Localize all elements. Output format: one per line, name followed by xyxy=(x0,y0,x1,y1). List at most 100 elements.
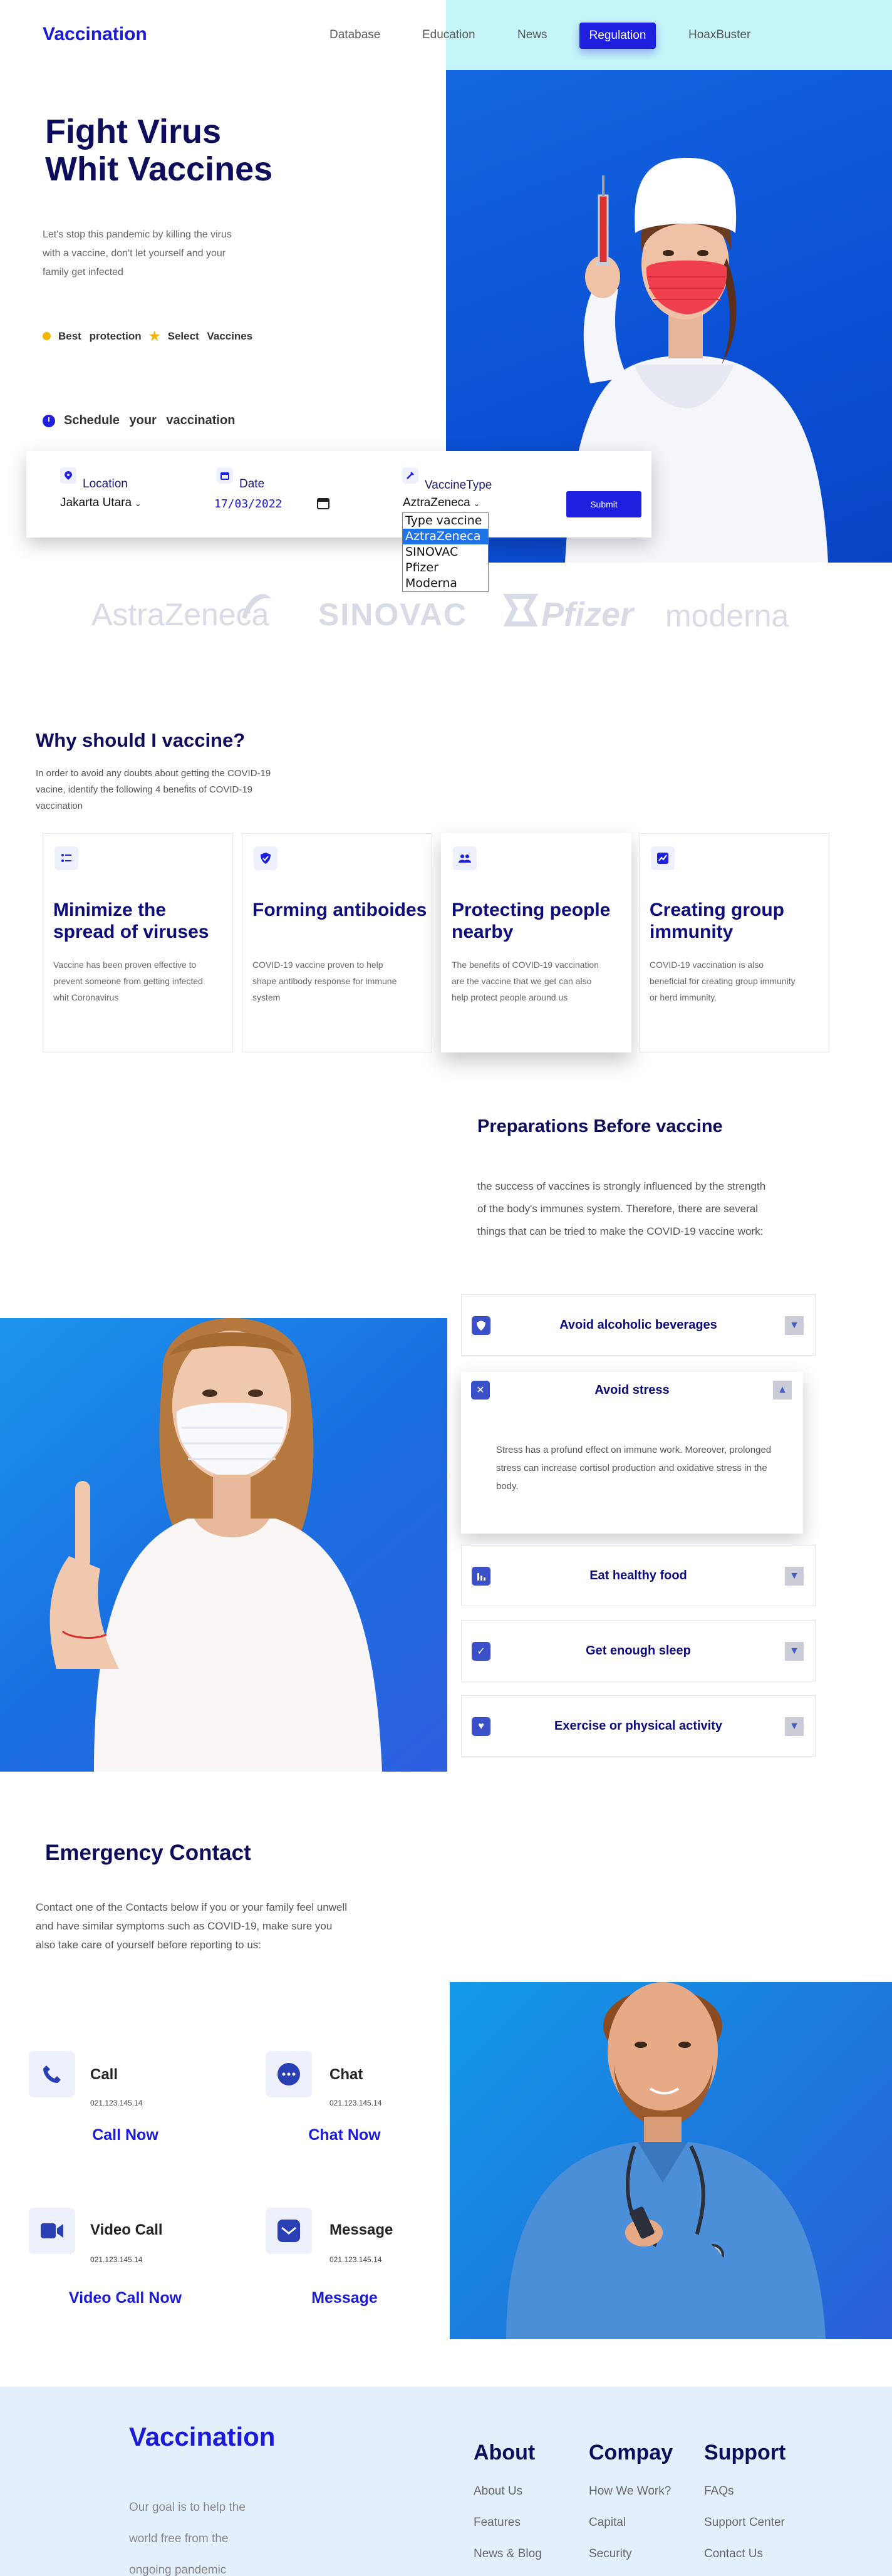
hero-bullets: Best protection ★ Select Vaccines xyxy=(43,328,252,344)
chevron-down-icon[interactable]: ▼ xyxy=(785,1642,804,1661)
nav-regulation[interactable]: Regulation xyxy=(579,23,656,49)
accordion-item[interactable]: Avoid alcoholic beverages ▼ xyxy=(461,1294,816,1356)
phone-icon[interactable] xyxy=(29,2051,75,2097)
calendar-icon xyxy=(217,467,233,484)
chevron-up-icon[interactable]: ▲ xyxy=(773,1381,792,1400)
card-text: COVID-19 vaccination is also beneficial … xyxy=(650,960,796,1002)
nav-database[interactable]: Database xyxy=(329,28,380,42)
nav-news[interactable]: News xyxy=(517,28,547,42)
location-pin-icon xyxy=(60,467,76,484)
star-icon: ★ xyxy=(148,330,160,343)
chevron-down-icon[interactable]: ▼ xyxy=(785,1316,804,1335)
card-title: Minimize the spread of viruses xyxy=(53,900,209,942)
bullet-best-protection: Best protection xyxy=(58,330,142,342)
accordion-title: Avoid alcoholic beverages xyxy=(559,1318,717,1332)
vaccine-type-label: VaccineType xyxy=(425,479,492,492)
heart-icon: ♥ xyxy=(472,1717,490,1736)
bar-chart-icon xyxy=(472,1567,490,1586)
contact-title: Call xyxy=(90,2066,118,2083)
accordion-title: Get enough sleep xyxy=(586,1644,691,1658)
sinovac-logo: SINOVAC xyxy=(318,597,468,632)
accordion-item[interactable]: ♥ Exercise or physical activity ▼ xyxy=(461,1695,816,1757)
footer-description: Our goal is to help the world free from … xyxy=(129,2501,246,2576)
syringe-icon xyxy=(402,467,418,484)
calendar-picker-icon[interactable] xyxy=(317,497,329,512)
footer-link-support-center[interactable]: Support Center xyxy=(704,2516,785,2530)
accordion-item-expanded[interactable]: ✕ Avoid stress ▲ Stress has a profund ef… xyxy=(461,1372,803,1534)
date-label: Date xyxy=(239,477,265,491)
why-title: Why should I vaccine? xyxy=(36,729,246,751)
pfizer-swirl-icon xyxy=(502,594,539,626)
footer-support-heading: Support xyxy=(704,2441,786,2464)
footer-link-security[interactable]: Security xyxy=(589,2547,632,2561)
footer-company-heading: Compay xyxy=(589,2441,673,2464)
vaccine-type-dropdown: Type vaccine AztraZeneca SINOVAC Pfizer … xyxy=(402,512,489,592)
woman-mask-photo xyxy=(0,1317,447,1772)
footer-link-about-us[interactable]: About Us xyxy=(474,2485,522,2498)
accordion-title: Avoid stress xyxy=(594,1383,670,1397)
check-icon: ✓ xyxy=(472,1642,490,1661)
nav-education[interactable]: Education xyxy=(422,28,475,42)
option-pfizer[interactable]: Pfizer xyxy=(403,560,488,576)
chevron-down-icon[interactable]: ▼ xyxy=(785,1717,804,1736)
contact-title: Message xyxy=(329,2221,393,2238)
card-title: Creating group immunity xyxy=(650,900,784,942)
footer-link-features[interactable]: Features xyxy=(474,2516,521,2530)
schedule-heading: Schedule your vaccination xyxy=(43,413,235,428)
footer-link-faqs[interactable]: FAQs xyxy=(704,2485,734,2498)
footer-link-news-blog[interactable]: News & Blog xyxy=(474,2547,542,2561)
why-description: In order to avoid any doubts about getti… xyxy=(36,768,271,811)
video-call-now-link[interactable]: Video Call Now xyxy=(56,2289,194,2307)
option-type-vaccine[interactable]: Type vaccine xyxy=(403,513,488,529)
chevron-down-icon: ⌄ xyxy=(474,499,480,508)
card-text: Vaccine has been proven effective to pre… xyxy=(53,960,203,1002)
schedule-form xyxy=(26,451,651,538)
hero-description: Let's stop this pandemic by killing the … xyxy=(43,229,232,278)
footer-link-how-we-work[interactable]: How We Work? xyxy=(589,2485,671,2498)
contact-title: Video Call xyxy=(90,2221,163,2238)
chat-now-link[interactable]: Chat Now xyxy=(294,2126,395,2144)
emergency-title: Emergency Contact xyxy=(45,1841,251,1865)
footer-brand[interactable]: Vaccination xyxy=(129,2422,275,2452)
bullet-select-vaccines: Select Vaccines xyxy=(167,330,253,342)
accordion-item[interactable]: Eat healthy food ▼ xyxy=(461,1545,816,1606)
contact-number: 021.123.145.14 xyxy=(329,2099,382,2107)
option-aztrazeneca[interactable]: AztraZeneca xyxy=(403,529,488,544)
doctor-photo xyxy=(450,1982,892,2339)
card-title: Forming antiboides xyxy=(252,900,427,920)
nav-hoaxbuster[interactable]: HoaxBuster xyxy=(688,28,750,42)
benefit-card[interactable]: Protecting people nearby The benefits of… xyxy=(441,833,631,1052)
option-sinovac[interactable]: SINOVAC xyxy=(403,544,488,560)
location-select[interactable]: Jakarta Utara ⌄ xyxy=(60,496,141,510)
footer-link-contact-us[interactable]: Contact Us xyxy=(704,2547,763,2561)
benefit-card[interactable]: Minimize the spread of viruses Vaccine h… xyxy=(43,833,233,1052)
contact-number: 021.123.145.14 xyxy=(90,2255,143,2264)
accordion-body: Stress has a profund effect on immune wo… xyxy=(496,1445,772,1492)
video-icon[interactable] xyxy=(29,2208,75,2254)
mail-icon[interactable] xyxy=(266,2208,312,2254)
chevron-down-icon[interactable]: ▼ xyxy=(785,1567,804,1586)
people-icon xyxy=(453,846,477,870)
card-text: COVID-19 vaccine proven to help shape an… xyxy=(252,960,397,1002)
submit-button[interactable]: Submit xyxy=(566,491,641,517)
vaccine-type-select[interactable]: AztraZeneca ⌄ xyxy=(403,496,480,510)
benefit-card[interactable]: Creating group immunity COVID-19 vaccina… xyxy=(639,833,829,1052)
shield-icon xyxy=(472,1316,490,1335)
message-link[interactable]: Message xyxy=(294,2289,395,2307)
contact-title: Chat xyxy=(329,2066,363,2083)
brand-logo[interactable]: Vaccination xyxy=(43,24,147,45)
chat-icon[interactable] xyxy=(266,2051,312,2097)
contact-number: 021.123.145.14 xyxy=(90,2099,143,2107)
close-icon[interactable]: ✕ xyxy=(471,1381,490,1400)
accordion-item[interactable]: ✓ Get enough sleep ▼ xyxy=(461,1620,816,1681)
date-input[interactable]: 17/03/2022 xyxy=(214,497,282,511)
call-now-link[interactable]: Call Now xyxy=(75,2126,175,2144)
pfizer-logo: Pfizer xyxy=(541,596,634,633)
card-text: The benefits of COVID-19 vaccination are… xyxy=(452,960,599,1002)
footer-link-capital[interactable]: Capital xyxy=(589,2516,626,2530)
hero-title: Fight Virus Whit Vaccines xyxy=(45,113,273,188)
benefit-card[interactable]: Forming antiboides COVID-19 vaccine prov… xyxy=(242,833,432,1052)
accordion-title: Exercise or physical activity xyxy=(554,1719,722,1733)
footer-about-heading: About xyxy=(474,2441,536,2464)
option-moderna[interactable]: Moderna xyxy=(403,576,488,591)
